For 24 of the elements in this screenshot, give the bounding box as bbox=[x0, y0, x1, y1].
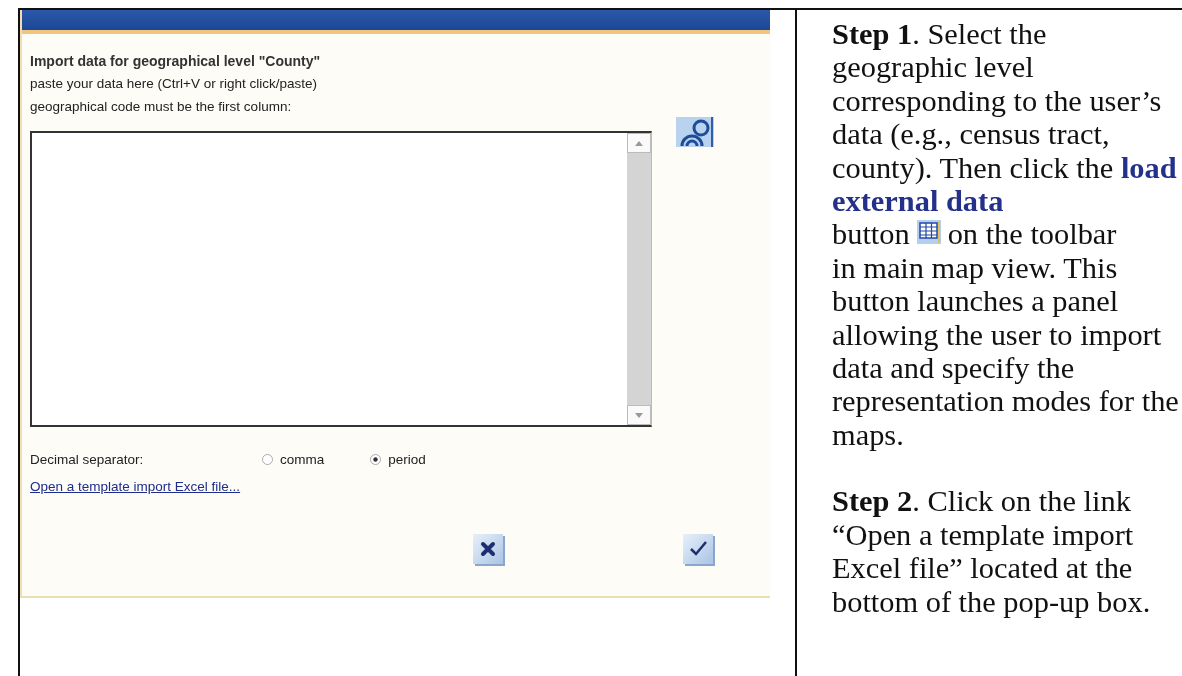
cancel-button[interactable] bbox=[473, 534, 503, 564]
table-icon bbox=[916, 220, 941, 245]
instruction-text: geographical code must be the first column: bbox=[30, 98, 293, 116]
data-text-area[interactable] bbox=[30, 131, 652, 427]
step-text: on the toolbar bbox=[947, 218, 1117, 252]
scrollbar[interactable] bbox=[627, 133, 651, 425]
radio-option[interactable]: period bbox=[370, 451, 426, 467]
step-text: button bbox=[832, 218, 910, 252]
scroll-down-icon[interactable] bbox=[635, 412, 643, 418]
template-link[interactable]: Open a template import Excel file... bbox=[30, 479, 253, 494]
x-icon bbox=[479, 541, 497, 557]
radio-button[interactable] bbox=[262, 453, 273, 465]
instruction-text: paste your data here (Ctrl+V or right click/paste) bbox=[30, 75, 318, 93]
step-text: in main map view. This button launches a panel allowing the user to import data and specify the representation modes for the maps. bbox=[832, 251, 1180, 453]
radio-button[interactable] bbox=[370, 453, 382, 465]
dialog-heading: Import data for geographical level "County" bbox=[30, 52, 322, 71]
radio-option[interactable]: comma bbox=[262, 451, 325, 467]
ok-button[interactable] bbox=[683, 534, 713, 564]
step-text: Step 2. Click on the link “Open a template import Excel file” located at the bottom of the pop-up box. bbox=[832, 485, 1152, 619]
decimal-separator-label: Decimal separator: bbox=[30, 451, 145, 467]
gear-icon[interactable] bbox=[676, 117, 714, 147]
step-text: Step 1. Select the geographic level corresponding to the user’s data (e.g., census tract, county). Then click the load external data bbox=[832, 18, 1178, 219]
check-icon bbox=[689, 541, 707, 557]
scroll-up-icon[interactable] bbox=[635, 140, 643, 146]
